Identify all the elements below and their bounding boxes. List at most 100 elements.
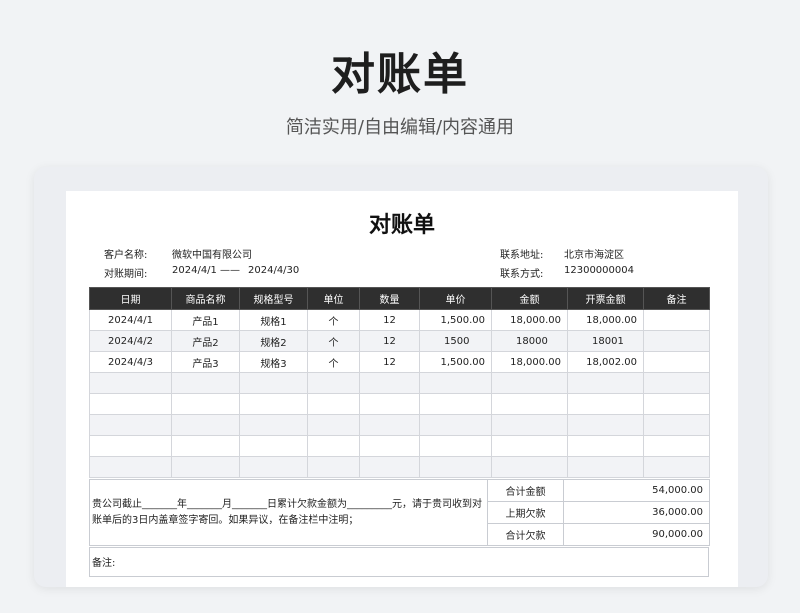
cell-unit[interactable] xyxy=(307,435,360,457)
cell-unit[interactable]: 个 xyxy=(307,330,360,352)
cell-amount[interactable] xyxy=(491,456,568,478)
cell-unit[interactable]: 个 xyxy=(307,309,360,331)
cell-qty[interactable]: 12 xyxy=(359,309,420,331)
cell-date[interactable]: 2024/4/2 xyxy=(89,330,172,352)
table-row: 2024/4/1 产品1 规格1 个 12 1,500.00 18,000.00… xyxy=(89,309,710,331)
col-header-invoice: 开票金额 xyxy=(567,287,644,310)
cell-unit[interactable] xyxy=(307,372,360,394)
cell-remark[interactable] xyxy=(643,435,710,457)
cell-invoice[interactable]: 18001 xyxy=(567,330,644,352)
statement-table: 日期 商品名称 规格型号 单位 数量 单价 金额 开票金额 备注 2024/4/… xyxy=(89,287,710,478)
total-debt-value[interactable]: 90,000.00 xyxy=(563,523,710,546)
cell-remark[interactable] xyxy=(643,351,710,373)
cell-product[interactable] xyxy=(171,435,240,457)
cell-remark[interactable] xyxy=(643,414,710,436)
cell-date[interactable] xyxy=(89,393,172,415)
cell-date[interactable]: 2024/4/3 xyxy=(89,351,172,373)
cell-price[interactable]: 1,500.00 xyxy=(419,309,492,331)
summary-row: 贵公司截止_______年_______月_______日累计欠款金额为____… xyxy=(89,479,710,546)
remark-field[interactable]: 备注: xyxy=(89,547,709,577)
cell-amount[interactable]: 18,000.00 xyxy=(491,309,568,331)
cell-product[interactable]: 产品2 xyxy=(171,330,240,352)
cell-price[interactable] xyxy=(419,456,492,478)
cell-remark[interactable] xyxy=(643,456,710,478)
cell-product[interactable]: 产品3 xyxy=(171,351,240,373)
cell-price[interactable] xyxy=(419,393,492,415)
cell-spec[interactable] xyxy=(239,435,308,457)
cell-qty[interactable] xyxy=(359,372,420,394)
cell-price[interactable]: 1,500.00 xyxy=(419,351,492,373)
col-header-price: 单价 xyxy=(419,287,492,310)
total-amount-value[interactable]: 54,000.00 xyxy=(563,479,710,502)
cell-price[interactable] xyxy=(419,372,492,394)
cell-invoice[interactable]: 18,000.00 xyxy=(567,309,644,331)
cell-unit[interactable] xyxy=(307,456,360,478)
cell-spec[interactable] xyxy=(239,393,308,415)
cell-qty[interactable] xyxy=(359,435,420,457)
preview-card: 对账单 客户名称: 微软中国有限公司 对账期间: 2024/4/1 —— 202… xyxy=(34,167,768,587)
cell-spec[interactable] xyxy=(239,456,308,478)
statement-note: 贵公司截止_______年_______月_______日累计欠款金额为____… xyxy=(89,479,488,546)
cell-product[interactable] xyxy=(171,414,240,436)
statement-sheet: 对账单 客户名称: 微软中国有限公司 对账期间: 2024/4/1 —— 202… xyxy=(66,191,738,587)
table-row xyxy=(89,435,710,457)
customer-label: 客户名称: xyxy=(104,250,148,261)
cell-remark[interactable] xyxy=(643,393,710,415)
cell-date[interactable] xyxy=(89,456,172,478)
remark-label: 备注: xyxy=(92,558,116,569)
address-label: 联系地址: xyxy=(500,250,544,261)
cell-amount[interactable] xyxy=(491,393,568,415)
cell-invoice[interactable] xyxy=(567,456,644,478)
cell-product[interactable] xyxy=(171,393,240,415)
cell-remark[interactable] xyxy=(643,330,710,352)
previous-debt-value[interactable]: 36,000.00 xyxy=(563,501,710,524)
total-amount-label: 合计金额 xyxy=(487,479,564,502)
summary-table: 贵公司截止_______年_______月_______日累计欠款金额为____… xyxy=(89,479,710,546)
cell-spec[interactable]: 规格3 xyxy=(239,351,308,373)
cell-qty[interactable] xyxy=(359,456,420,478)
cell-spec[interactable]: 规格1 xyxy=(239,309,308,331)
col-header-unit: 单位 xyxy=(307,287,360,310)
cell-spec[interactable] xyxy=(239,414,308,436)
total-debt-label: 合计欠款 xyxy=(487,523,564,546)
col-header-product: 商品名称 xyxy=(171,287,240,310)
cell-invoice[interactable] xyxy=(567,435,644,457)
cell-spec[interactable]: 规格2 xyxy=(239,330,308,352)
cell-product[interactable] xyxy=(171,372,240,394)
cell-unit[interactable] xyxy=(307,393,360,415)
cell-invoice[interactable]: 18,002.00 xyxy=(567,351,644,373)
table-row: 2024/4/3 产品3 规格3 个 12 1,500.00 18,000.00… xyxy=(89,351,710,373)
cell-unit[interactable]: 个 xyxy=(307,351,360,373)
cell-qty[interactable]: 12 xyxy=(359,351,420,373)
cell-product[interactable]: 产品1 xyxy=(171,309,240,331)
cell-product[interactable] xyxy=(171,456,240,478)
cell-date[interactable] xyxy=(89,372,172,394)
cell-price[interactable] xyxy=(419,414,492,436)
cell-amount[interactable]: 18,000.00 xyxy=(491,351,568,373)
cell-amount[interactable]: 18000 xyxy=(491,330,568,352)
cell-remark[interactable] xyxy=(643,309,710,331)
period-label: 对账期间: xyxy=(104,269,148,280)
period-separator: —— xyxy=(220,265,240,276)
col-header-spec: 规格型号 xyxy=(239,287,308,310)
cell-amount[interactable] xyxy=(491,414,568,436)
col-header-amount: 金额 xyxy=(491,287,568,310)
table-row xyxy=(89,393,710,415)
cell-invoice[interactable] xyxy=(567,393,644,415)
cell-qty[interactable] xyxy=(359,414,420,436)
cell-amount[interactable] xyxy=(491,372,568,394)
cell-price[interactable] xyxy=(419,435,492,457)
cell-unit[interactable] xyxy=(307,414,360,436)
cell-date[interactable] xyxy=(89,414,172,436)
cell-date[interactable]: 2024/4/1 xyxy=(89,309,172,331)
cell-remark[interactable] xyxy=(643,372,710,394)
cell-qty[interactable]: 12 xyxy=(359,330,420,352)
cell-invoice[interactable] xyxy=(567,372,644,394)
cell-amount[interactable] xyxy=(491,435,568,457)
cell-spec[interactable] xyxy=(239,372,308,394)
cell-invoice[interactable] xyxy=(567,414,644,436)
cell-price[interactable]: 1500 xyxy=(419,330,492,352)
period-end: 2024/4/30 xyxy=(248,265,300,276)
cell-date[interactable] xyxy=(89,435,172,457)
cell-qty[interactable] xyxy=(359,393,420,415)
